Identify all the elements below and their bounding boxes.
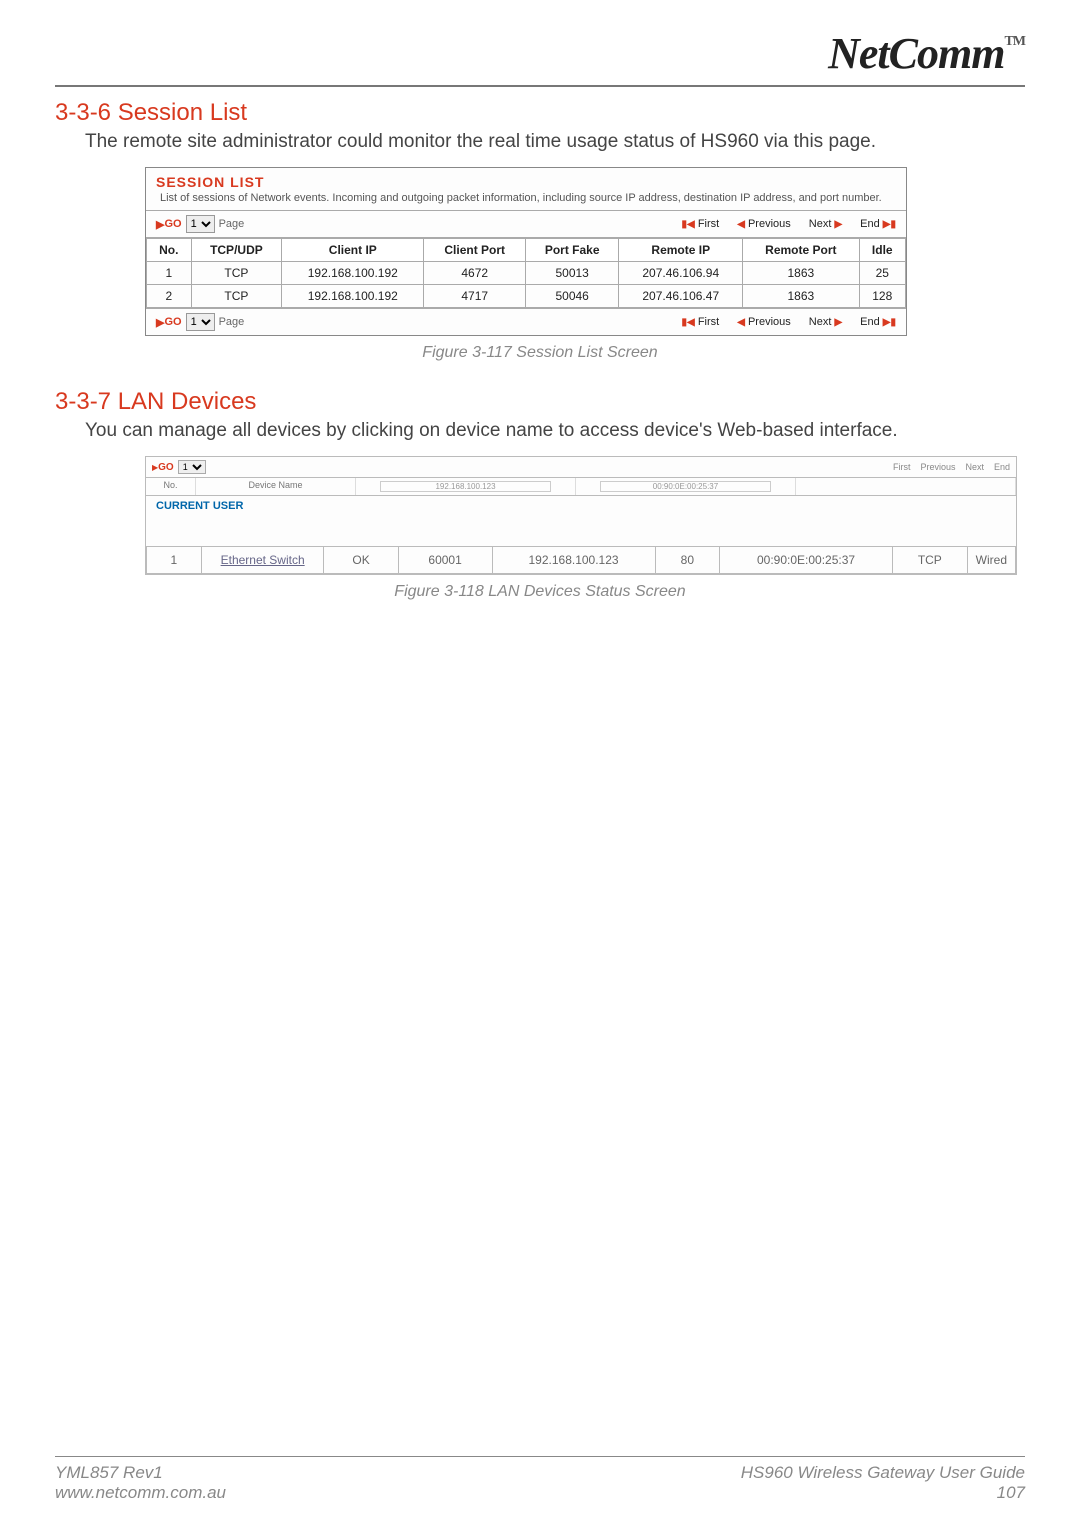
end-icon[interactable]: ▶▮ [883,317,896,328]
pager-top: ▶ GO 1 Page ▮◀ First ◀ Previous Next ▶ E… [146,211,906,238]
page-footer: YML857 Rev1 www.netcomm.com.au HS960 Wir… [55,1456,1025,1503]
page-label-top: Page [219,218,245,230]
lan-end[interactable]: End [994,462,1010,472]
brand-logo: NetCommTM [828,28,1025,79]
trademark: TM [1004,34,1025,49]
page-select-bottom[interactable]: 1 [186,313,215,331]
col-remote-port: Remote Port [743,239,859,262]
lan-port: 60001 [398,547,492,574]
lan-go-button[interactable]: GO [158,462,174,473]
figure-caption-2: Figure 3-118 LAN Devices Status Screen [55,583,1025,601]
col-no: No. [147,239,192,262]
pager-bottom: ▶ GO 1 Page ▮◀ First ◀ Previous Next ▶ E… [146,308,906,335]
prev-icon[interactable]: ◀ [737,317,745,328]
go-button-top[interactable]: GO [164,218,181,230]
session-list-screenshot: SESSION LIST List of sessions of Network… [145,167,907,336]
table-row: 1 Ethernet Switch OK 60001 192.168.100.1… [147,547,1016,574]
lan-proto: TCP [892,547,967,574]
prev-link-b[interactable]: Previous [748,316,791,328]
lan-ip: 192.168.100.123 [492,547,655,574]
lan-first[interactable]: First [893,462,911,472]
next-link-b[interactable]: Next [809,316,832,328]
brand-name: NetComm [828,29,1004,78]
device-name-link[interactable]: Ethernet Switch [221,553,305,567]
table-header-row: No. TCP/UDP Client IP Client Port Port F… [147,239,906,262]
lan-current-user: CURRENT USER [146,496,1016,516]
next-icon[interactable]: ▶ [834,219,842,230]
section-heading-lan-devices: 3-3-7 LAN Devices [55,388,1025,416]
go-first-icon[interactable]: ▶ [156,316,164,329]
lan-table: 1 Ethernet Switch OK 60001 192.168.100.1… [146,546,1016,574]
footer-page-number: 107 [741,1483,1025,1503]
first-link[interactable]: First [698,218,719,230]
session-table: No. TCP/UDP Client IP Client Port Port F… [146,238,906,308]
first-icon[interactable]: ▮◀ [682,219,695,230]
lan-mac: 00:90:0E:00:25:37 [720,547,893,574]
go-button-bottom[interactable]: GO [164,316,181,328]
next-icon[interactable]: ▶ [834,317,842,328]
end-link[interactable]: End [860,218,880,230]
table-row: 1 TCP 192.168.100.192 4672 50013 207.46.… [147,262,906,285]
lan-http: 80 [655,547,720,574]
footer-doc-id: YML857 Rev1 [55,1463,226,1483]
col-remote-ip: Remote IP [619,239,743,262]
col-client-ip: Client IP [282,239,424,262]
section-body-session-list: The remote site administrator could moni… [85,131,1025,153]
footer-url: www.netcomm.com.au [55,1483,226,1503]
first-link-b[interactable]: First [698,316,719,328]
lan-type: Wired [967,547,1015,574]
lan-page-select[interactable]: 1 [178,460,206,474]
lan-no: 1 [147,547,202,574]
lan-header-row: No. Device Name 192.168.100.123 00:90:0E… [146,478,1016,496]
screenshot-title: SESSION LIST [156,174,264,190]
lan-prev[interactable]: Previous [920,462,955,472]
figure-caption-1: Figure 3-117 Session List Screen [55,344,1025,362]
col-port-fake: Port Fake [526,239,619,262]
end-link-b[interactable]: End [860,316,880,328]
lan-next[interactable]: Next [965,462,984,472]
first-icon[interactable]: ▮◀ [682,317,695,328]
page-select-top[interactable]: 1 [186,215,215,233]
section-heading-session-list: 3-3-6 Session List [55,99,1025,127]
lan-devices-screenshot: ▶ GO 1 First Previous Next End No. Devic… [145,456,1017,575]
header-bar: NetCommTM [55,28,1025,87]
screenshot-description: List of sessions of Network events. Inco… [146,190,906,211]
table-row: 2 TCP 192.168.100.192 4717 50046 207.46.… [147,285,906,308]
section-body-lan-devices: You can manage all devices by clicking o… [85,420,1025,442]
col-proto: TCP/UDP [191,239,282,262]
col-client-port: Client Port [424,239,526,262]
footer-guide-name: HS960 Wireless Gateway User Guide [741,1463,1025,1483]
page-label-bottom: Page [219,316,245,328]
col-idle: Idle [859,239,906,262]
next-link[interactable]: Next [809,218,832,230]
lan-pager: ▶ GO 1 First Previous Next End [146,457,1016,478]
prev-icon[interactable]: ◀ [737,219,745,230]
end-icon[interactable]: ▶▮ [883,219,896,230]
go-first-icon[interactable]: ▶ [156,218,164,231]
prev-link[interactable]: Previous [748,218,791,230]
lan-status: OK [324,547,398,574]
